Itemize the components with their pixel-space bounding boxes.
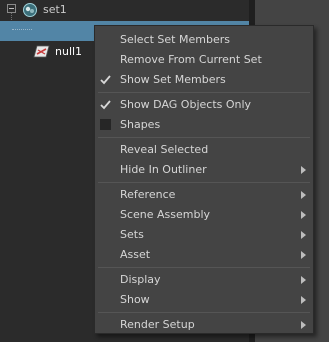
menu-item-label: Asset xyxy=(120,248,151,261)
menu-separator xyxy=(98,182,310,183)
menu-item-hide-in-outliner[interactable]: Hide In Outliner xyxy=(95,160,313,180)
submenu-arrow-icon xyxy=(301,251,306,259)
context-menu: Select Set Members Remove From Current S… xyxy=(94,25,314,334)
menu-item-remove-from-current-set[interactable]: Remove From Current Set xyxy=(95,50,313,70)
set-icon xyxy=(22,2,38,18)
menu-item-scene-assembly[interactable]: Scene Assembly xyxy=(95,205,313,225)
menu-item-label: Hide In Outliner xyxy=(120,163,207,176)
collapse-toggle[interactable] xyxy=(7,4,16,13)
menu-item-reference[interactable]: Reference xyxy=(95,185,313,205)
null-transform-icon xyxy=(33,44,50,59)
menu-item-show-dag-objects-only[interactable]: Show DAG Objects Only xyxy=(95,95,313,115)
submenu-arrow-icon xyxy=(301,211,306,219)
menu-item-label: Shapes xyxy=(120,118,161,131)
menu-item-label: Display xyxy=(120,273,161,286)
tree-connector-line xyxy=(12,29,32,31)
outliner-item-set1[interactable]: set1 xyxy=(0,0,249,20)
submenu-arrow-icon xyxy=(301,166,306,174)
menu-separator xyxy=(98,92,310,93)
submenu-arrow-icon xyxy=(301,231,306,239)
menu-item-show[interactable]: Show xyxy=(95,290,313,310)
menu-item-sets[interactable]: Sets xyxy=(95,225,313,245)
checkbox-unchecked-icon xyxy=(100,119,111,130)
menu-item-label: Reveal Selected xyxy=(120,143,209,156)
menu-item-show-set-members[interactable]: Show Set Members xyxy=(95,70,313,90)
menu-item-label: Remove From Current Set xyxy=(120,53,262,66)
menu-item-shapes[interactable]: Shapes xyxy=(95,115,313,135)
submenu-arrow-icon xyxy=(301,276,306,284)
menu-item-asset[interactable]: Asset xyxy=(95,245,313,265)
submenu-arrow-icon xyxy=(301,191,306,199)
menu-item-label: Show DAG Objects Only xyxy=(120,98,252,111)
menu-item-render-setup[interactable]: Render Setup xyxy=(95,315,313,335)
outliner-item-label: null1 xyxy=(55,45,83,58)
menu-item-label: Reference xyxy=(120,188,176,201)
menu-item-label: Show xyxy=(120,293,150,306)
check-icon xyxy=(100,74,111,85)
menu-item-display[interactable]: Display xyxy=(95,270,313,290)
menu-separator xyxy=(98,312,310,313)
menu-item-label: Show Set Members xyxy=(120,73,226,86)
menu-separator xyxy=(98,267,310,268)
menu-item-reveal-selected[interactable]: Reveal Selected xyxy=(95,140,313,160)
outliner-item-label: set1 xyxy=(43,3,67,16)
submenu-arrow-icon xyxy=(301,321,306,329)
menu-separator xyxy=(98,137,310,138)
submenu-arrow-icon xyxy=(301,296,306,304)
check-icon xyxy=(100,99,111,110)
menu-item-select-set-members[interactable]: Select Set Members xyxy=(95,30,313,50)
menu-item-label: Sets xyxy=(120,228,144,241)
menu-item-label: Scene Assembly xyxy=(120,208,211,221)
menu-item-label: Render Setup xyxy=(120,318,195,331)
menu-item-label: Select Set Members xyxy=(120,33,230,46)
